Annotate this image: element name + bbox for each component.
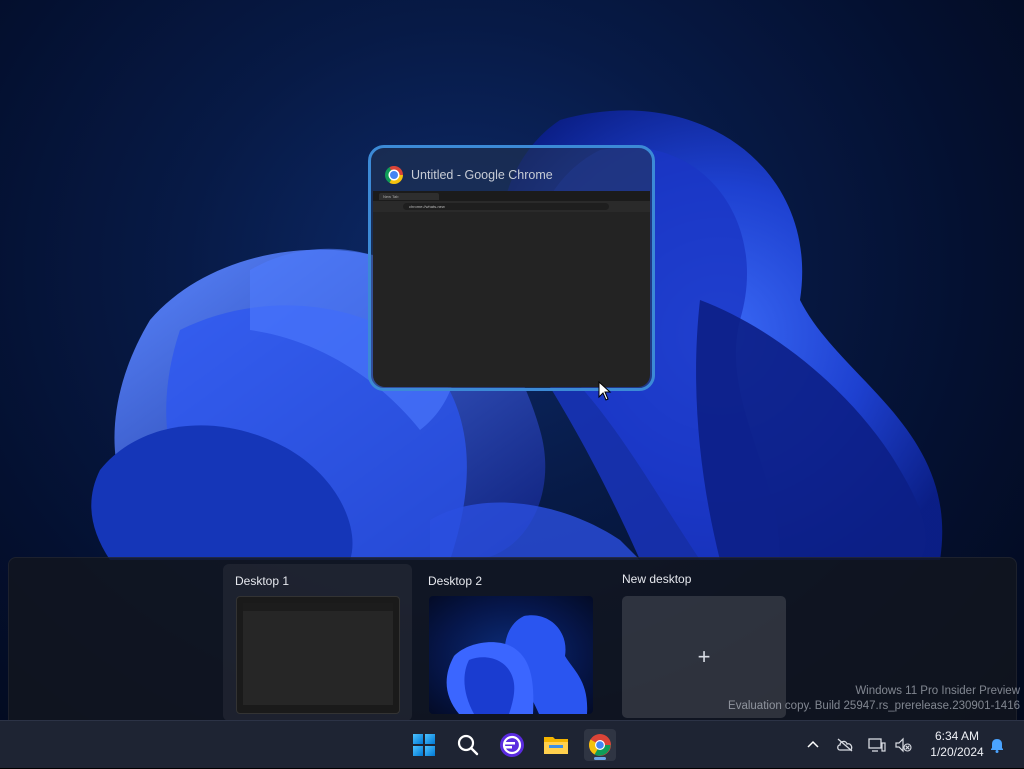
new-desktop-label: New desktop [622, 572, 692, 586]
desktop-2-wallpaper-graphic [446, 615, 588, 714]
desktop-1-label[interactable]: Desktop 1 [235, 574, 289, 588]
watermark-line-2: Evaluation copy. Build 25947.rs_prerelea… [728, 700, 1020, 712]
desktop-2-thumbnail[interactable] [429, 596, 593, 714]
taskbar: 6:34 AM 1/20/2024 [0, 720, 1024, 768]
mouse-cursor-icon [598, 381, 612, 401]
windows-start-icon [413, 734, 435, 756]
chrome-icon [589, 734, 611, 756]
search-button[interactable] [452, 729, 484, 761]
bell-icon [991, 739, 1003, 753]
window-title: Untitled - Google Chrome [411, 168, 553, 182]
network-icon [868, 738, 886, 752]
notifications-button[interactable] [986, 721, 1008, 769]
desktop-1-thumbnail[interactable] [236, 596, 400, 714]
preview-addressbar: chrome://whats-new [373, 201, 650, 212]
network-button[interactable] [866, 721, 888, 769]
preview-tabbar: New Tab [373, 191, 650, 201]
chrome-icon [385, 166, 403, 184]
preview-tab: New Tab [379, 192, 439, 200]
volume-muted-icon [895, 737, 912, 753]
window-title-row: Untitled - Google Chrome [385, 164, 553, 186]
file-explorer-button[interactable] [540, 729, 572, 761]
app-button[interactable] [496, 729, 528, 761]
window-preview: New Tab chrome://whats-new [373, 191, 650, 387]
search-icon [457, 734, 479, 756]
file-explorer-icon [544, 737, 568, 754]
preview-omnibox: chrome://whats-new [403, 203, 609, 210]
clock-date: 1/20/2024 [930, 745, 984, 759]
cloud-offline-icon [837, 738, 853, 752]
watermark-line-1: Windows 11 Pro Insider Preview [855, 685, 1020, 697]
show-hidden-icons-button[interactable] [802, 721, 824, 769]
desktop-1-window-preview [243, 603, 393, 705]
taskbar-clock[interactable]: 6:34 AM 1/20/2024 [918, 728, 996, 760]
preview-tab-label: New Tab [383, 193, 399, 199]
evaluation-watermark: Windows 11 Pro Insider Preview Evaluatio… [728, 684, 1020, 714]
task-view-window-chrome[interactable]: Untitled - Google Chrome New Tab chrome:… [368, 145, 655, 391]
volume-button[interactable] [892, 721, 914, 769]
app-icon [500, 733, 524, 757]
onedrive-button[interactable] [834, 721, 856, 769]
clock-time: 6:34 AM [934, 729, 980, 743]
chevron-up-icon [807, 740, 819, 748]
start-button[interactable] [408, 729, 440, 761]
desktop-2-label[interactable]: Desktop 2 [428, 574, 482, 588]
chrome-taskbar-button[interactable] [584, 729, 616, 761]
running-indicator [594, 757, 606, 760]
